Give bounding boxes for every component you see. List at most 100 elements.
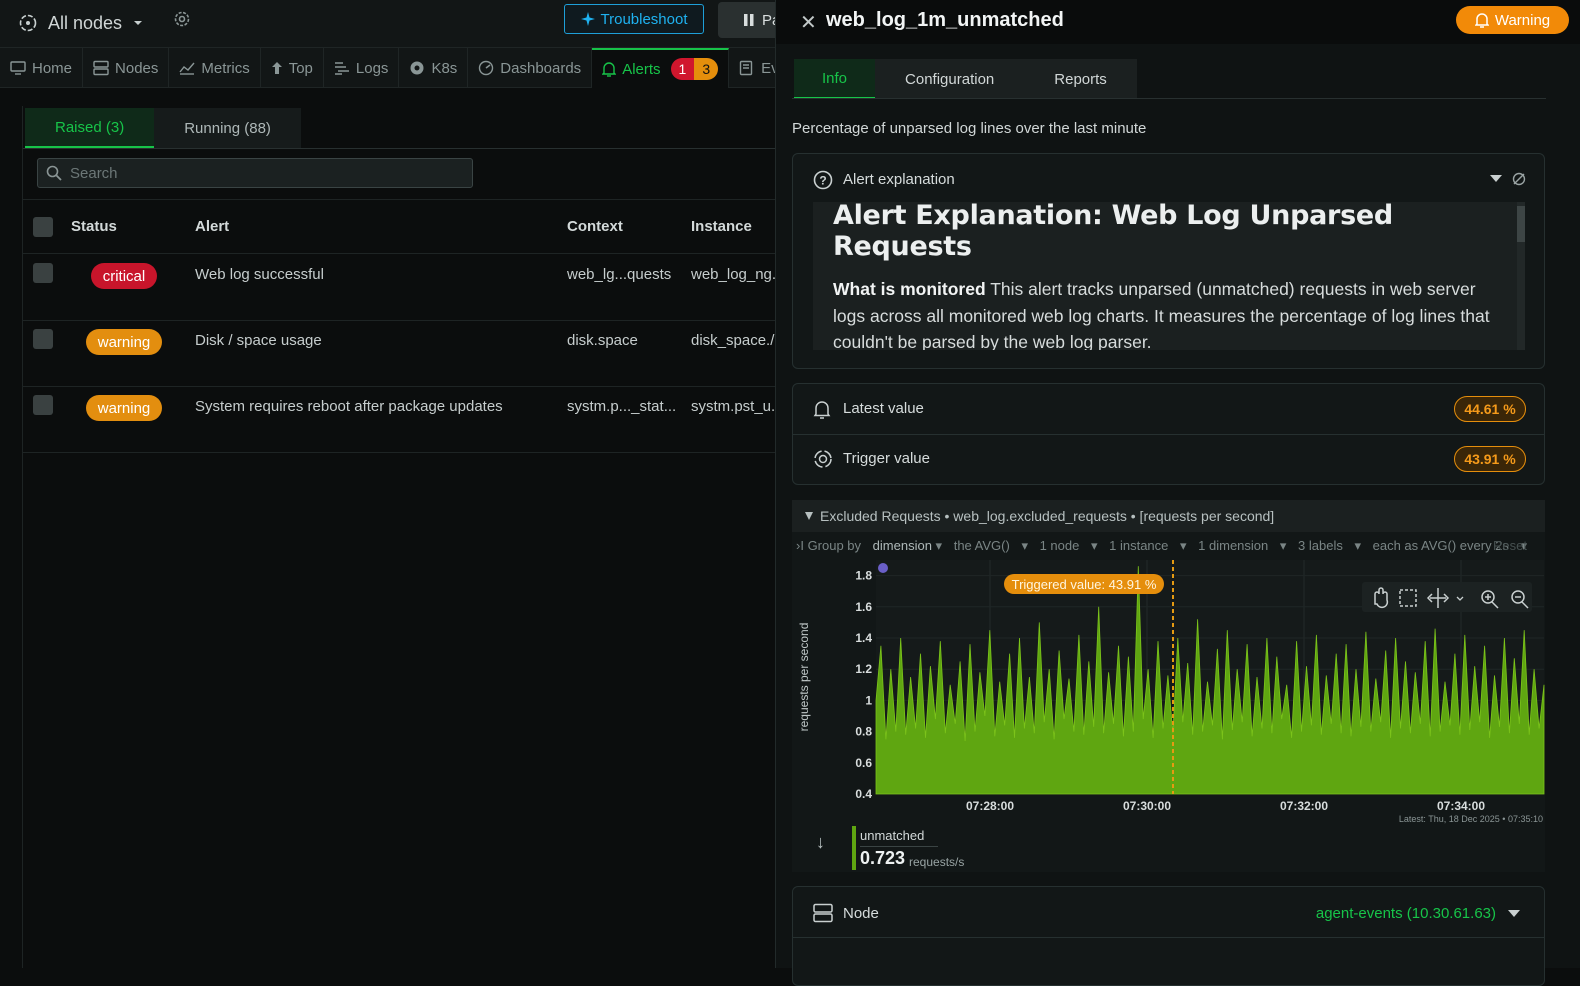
nav-k8s[interactable]: K8s	[399, 48, 469, 88]
nodes-icon	[18, 13, 38, 33]
alert-name[interactable]: Disk / space usage	[195, 332, 322, 349]
x-tick-label: 07:34:00	[1437, 799, 1485, 813]
reset-button[interactable]: Reset	[1493, 538, 1527, 553]
aggregation-dropdown[interactable]: the AVG() ▾	[954, 538, 1028, 553]
panel-title: web_log_1m_unmatched	[826, 9, 1064, 31]
trigger-label: Triggered value: 43.91 %	[1012, 577, 1157, 592]
alert-explanation-card: ? Alert explanation Alert Explanation: W…	[792, 153, 1545, 369]
explanation-heading: Alert Explanation: Web Log Unparsed Requ…	[833, 202, 1393, 262]
tab-raised[interactable]: Raised (3)	[25, 108, 155, 148]
y-tick-label: 1.2	[855, 662, 872, 676]
labels-count: 3 labels	[1298, 538, 1343, 553]
scrollbar-thumb[interactable]	[1517, 206, 1525, 242]
instances-dropdown[interactable]: 1 instance ▾	[1109, 538, 1186, 553]
status-badge: critical	[91, 263, 157, 289]
area-chart[interactable]: 1.8 1.6 1.4 1.2 1 0.8 0.6 0.4 07:28:00 07:30:00 07…	[792, 556, 1545, 826]
nav-nodes-label: Nodes	[115, 59, 159, 77]
dimensions-dropdown[interactable]: 1 dimension ▾	[1198, 538, 1286, 553]
table-row[interactable]: critical Web log successful web_lg...que…	[23, 255, 784, 321]
troubleshoot-button[interactable]: Troubleshoot	[564, 4, 704, 34]
nav-top[interactable]: Top	[261, 48, 324, 88]
column-status[interactable]: Status	[71, 218, 117, 235]
ai-icon[interactable]	[1511, 171, 1527, 187]
nav-nodes[interactable]: Nodes	[83, 48, 170, 88]
alert-context: disk.space	[567, 332, 638, 349]
nav-top-label: Top	[288, 59, 313, 77]
y-tick-label: 0.4	[855, 787, 872, 801]
divider	[860, 846, 938, 847]
chart-title: Excluded Requests • web_log.excluded_req…	[820, 508, 1275, 524]
group-by-dropdown[interactable]: ›I Group by dimension ▾	[796, 538, 942, 553]
alerts-count-badge: 1 3	[670, 58, 719, 80]
gear-icon[interactable]	[172, 9, 192, 29]
main-nav: Home Nodes Metrics Top Logs K8s Dashboar…	[0, 48, 790, 88]
column-context[interactable]: Context	[567, 218, 623, 235]
gauge-icon	[478, 60, 494, 76]
nav-logs-label: Logs	[355, 59, 389, 77]
nav-alerts[interactable]: Alerts 1 3	[592, 48, 730, 88]
table-row[interactable]: warning System requires reboot after pac…	[23, 387, 784, 453]
logs-icon	[334, 61, 350, 75]
critical-count: 1	[670, 58, 695, 80]
nav-logs[interactable]: Logs	[324, 48, 400, 88]
all-nodes-label: All nodes	[48, 12, 123, 33]
legend-color	[852, 826, 856, 870]
y-tick-label: 0.6	[855, 756, 872, 770]
server-icon	[813, 903, 833, 923]
group-by-value: dimension	[872, 538, 932, 553]
nav-dashboards[interactable]: Dashboards	[468, 48, 593, 88]
chevron-down-icon[interactable]	[1489, 174, 1503, 184]
tab-info[interactable]: Info	[794, 59, 876, 99]
status-badge: warning	[86, 329, 162, 355]
search-input[interactable]: Search	[37, 158, 473, 188]
alert-name[interactable]: Web log successful	[195, 266, 324, 283]
x-tick-label: 07:32:00	[1280, 799, 1328, 813]
alert-instance: web_log_ng...	[691, 266, 785, 283]
nav-home-label: Home	[32, 59, 73, 77]
tab-reports[interactable]: Reports	[1024, 59, 1137, 99]
chart-title-bar: Excluded Requests • web_log.excluded_req…	[792, 500, 1545, 532]
row-checkbox[interactable]	[33, 395, 53, 415]
node-value[interactable]: agent-events (10.30.61.63)	[1316, 905, 1496, 922]
tab-configuration[interactable]: Configuration	[875, 59, 1025, 99]
arrow-down-icon[interactable]: ↓	[816, 832, 825, 853]
nodes-dropdown[interactable]: 1 node ▾	[1040, 538, 1098, 553]
divider	[792, 98, 1546, 99]
explanation-paragraph: What is monitored This alert tracks unpa…	[833, 276, 1505, 350]
alert-context: systm.p..._stat...	[567, 398, 677, 415]
chevron-down-icon[interactable]	[1507, 909, 1521, 919]
close-icon[interactable]: ✕	[800, 10, 817, 35]
chevron-down-icon	[132, 17, 144, 29]
table-row[interactable]: warning Disk / space usage disk.space di…	[23, 321, 779, 387]
alert-instance: disk_space./	[691, 332, 775, 349]
legend-name: unmatched	[860, 828, 925, 843]
alert-name[interactable]: System requires reboot after package upd…	[195, 398, 503, 415]
warning-count: 3	[694, 58, 719, 80]
labels-dropdown[interactable]: 3 labels ▾	[1298, 538, 1361, 553]
legend-unit: requests/s	[909, 855, 965, 869]
all-nodes-selector[interactable]: All nodes	[18, 8, 144, 38]
help-icon: ?	[813, 170, 833, 190]
x-tick-label: 07:28:00	[966, 799, 1014, 813]
column-alert[interactable]: Alert	[195, 218, 229, 235]
row-checkbox[interactable]	[33, 329, 53, 349]
events-icon	[739, 60, 755, 76]
dimensions-count: 1 dimension	[1198, 538, 1269, 553]
nav-dashboards-label: Dashboards	[500, 59, 582, 77]
scrollbar[interactable]	[1517, 202, 1525, 350]
nav-metrics[interactable]: Metrics	[169, 48, 261, 88]
trigger-value-label: Trigger value	[843, 450, 930, 467]
row-checkbox[interactable]	[33, 263, 53, 283]
trigger-value-row: Trigger value 43.91 %	[793, 434, 1546, 484]
troubleshoot-label: Troubleshoot	[600, 10, 688, 28]
column-instance[interactable]: Instance	[691, 218, 752, 235]
latest-value-row: Latest value 44.61 %	[793, 384, 1546, 434]
alert-instance: systm.pst_u...	[691, 398, 784, 415]
tab-running[interactable]: Running (88)	[154, 108, 301, 148]
select-all-checkbox[interactable]	[33, 217, 53, 237]
top-bar: All nodes Troubleshoot Pa	[0, 0, 788, 48]
y-axis-label: requests per second	[797, 623, 811, 732]
status-badge: Warning	[1456, 6, 1569, 34]
nav-home[interactable]: Home	[0, 48, 84, 88]
latest-value-badge: 44.61 %	[1454, 396, 1526, 422]
